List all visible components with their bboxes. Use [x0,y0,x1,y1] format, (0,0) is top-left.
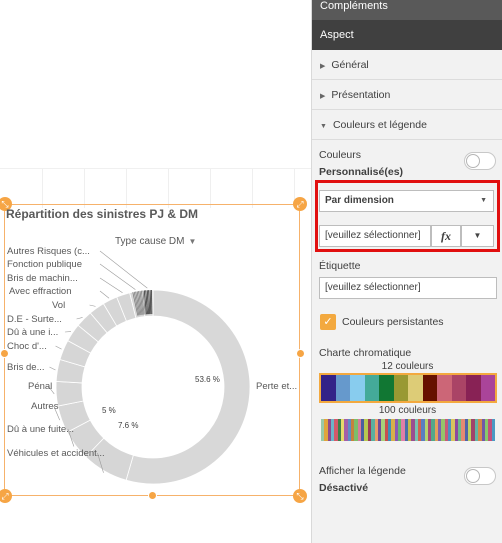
leader-line [55,345,62,350]
chevron-down-icon: ▼ [473,231,482,240]
leader-line [99,263,136,290]
palette-swatch [321,375,336,401]
colors-mode: Personnalisé(es) [319,166,404,178]
dimension-select[interactable]: [veuillez sélectionner] [319,225,431,247]
category-label: Dû à une i... [7,327,58,338]
category-label: Dû à une fuite... [7,424,74,435]
leader-line [76,317,83,320]
chevron-down-icon: ▼ [320,123,327,130]
colors-label: Couleurs [319,149,362,161]
leader-line [99,277,123,294]
label-placeholder: [veuillez sélectionner] [325,282,421,293]
properties-panel: Compléments Aspect ▶ Général ▶ Présentatio… [311,0,502,543]
category-label: Véhicules et accident... [7,448,105,459]
category-label: Vol [52,300,65,311]
grid-line [0,168,311,169]
expression-button[interactable]: fx [431,225,461,247]
scheme-100-label: 100 couleurs [378,405,437,416]
dimension-placeholder: [veuillez sélectionner] [325,230,421,241]
aspect-label: Aspect [320,29,354,41]
chevron-right-icon: ▶ [320,93,326,100]
category-label: D.E - Surte... [7,314,62,325]
leader-line [49,366,56,371]
color-by-select[interactable]: Par dimension ▼ [319,190,494,212]
sheet-canvas: ⤡ ⤢ ⤢ ⤡ Répartition des sinistres PJ & D… [0,0,311,543]
palette-swatch [466,375,481,401]
section-aspect[interactable]: Aspect [312,20,502,50]
persistent-colors-checkbox[interactable]: ✓ [320,314,336,330]
category-label: Bris de machin... [7,273,78,284]
colors-legend-label: Couleurs et légende [332,119,427,131]
section-complements[interactable]: Compléments [312,0,502,20]
general-label: Général [331,59,369,71]
palette-swatch [422,375,437,401]
complements-label: Compléments [320,0,388,12]
leader-line [99,290,110,299]
category-label: Choc d'... [7,341,47,352]
section-presentation[interactable]: ▶ Présentation [312,80,502,110]
legend-state: Désactivé [319,482,369,494]
data-label-third: 5 % [102,406,116,415]
donut-slice[interactable] [125,289,251,485]
fx-icon: fx [441,229,451,243]
palette-swatch [335,375,350,401]
presentation-label: Présentation [331,89,391,101]
persistent-colors-label: Couleurs persistantes [342,316,444,328]
category-label: Pénal [28,381,52,392]
color-scheme-label: Charte chromatique [319,347,412,359]
leader-line [89,304,96,307]
palette-swatch [364,375,379,401]
palette-swatch [379,375,394,401]
palette-swatch [437,375,452,401]
color-scheme-12[interactable] [319,373,497,403]
data-label-second: 7.6 % [118,421,138,430]
scheme-12-label: 12 couleurs [381,361,434,372]
toggle-knob [466,154,480,168]
category-label: Fonction publique [7,259,82,270]
toggle-knob [466,469,480,483]
palette-swatch [408,375,423,401]
donut-chart[interactable]: Perte et... Véhicules et accident... Dû à … [0,200,311,500]
category-label: Autres [31,401,59,412]
palette-swatch [491,419,495,441]
dimension-dropdown-button[interactable]: ▼ [461,225,494,247]
chevron-right-icon: ▶ [320,63,326,70]
palette-swatch [393,375,408,401]
section-colors-legend[interactable]: ▼ Couleurs et légende [312,110,502,140]
category-label: Perte et... [256,381,297,392]
color-by-value: Par dimension [325,195,394,206]
color-scheme-100[interactable] [319,417,497,443]
category-label: Bris de... [7,362,45,373]
category-label: Avec effraction [9,286,72,297]
colors-auto-toggle[interactable] [464,152,496,170]
palette-swatch [350,375,365,401]
legend-toggle[interactable] [464,467,496,485]
show-legend-label: Afficher la légende [319,465,406,477]
chevron-down-icon: ▼ [480,197,487,204]
palette-swatch [480,375,495,401]
palette-swatch [451,375,466,401]
data-label-largest: 53.6 % [195,375,220,384]
label-select[interactable]: [veuillez sélectionner] [319,277,497,299]
label-heading: Étiquette [319,260,361,272]
category-label: Autres Risques (c... [7,246,90,257]
section-general[interactable]: ▶ Général [312,50,502,80]
